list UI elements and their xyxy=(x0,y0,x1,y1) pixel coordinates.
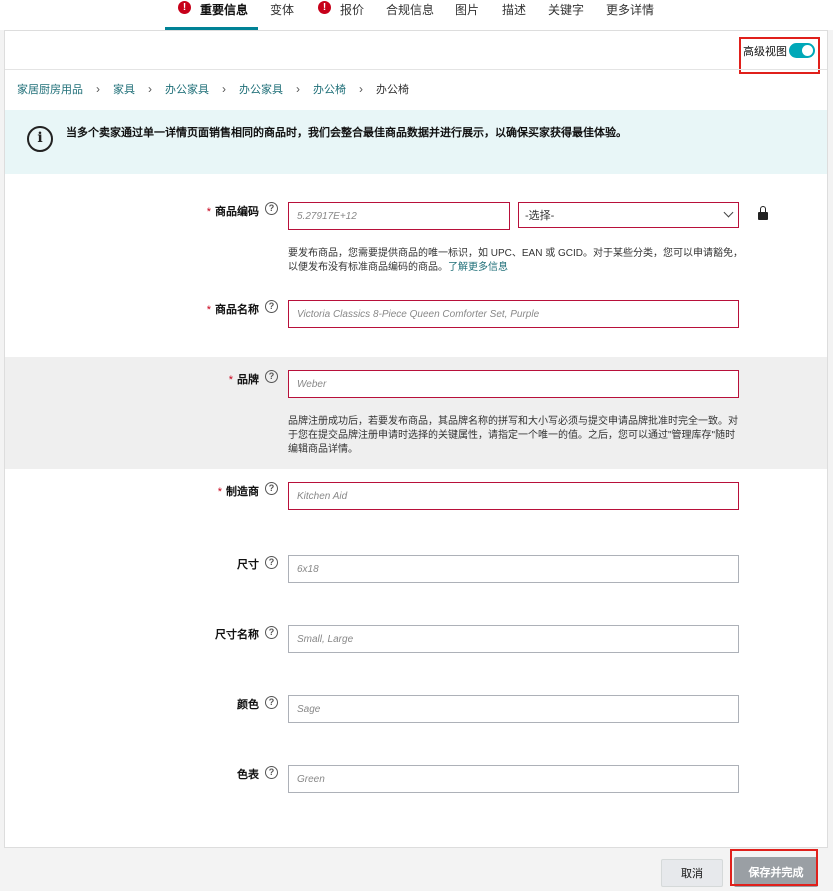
tab-label: 变体 xyxy=(270,3,295,17)
required-mark: * xyxy=(217,486,222,498)
divider xyxy=(5,69,827,70)
chevron-right-icon: › xyxy=(359,82,363,96)
color-map-input[interactable]: Green xyxy=(288,765,739,793)
info-text: 当多个卖家通过单一详情页面销售相同的商品时，我们会整合最佳商品数据并进行展示，以… xyxy=(66,127,627,139)
color-label: 颜色 xyxy=(237,699,259,711)
manufacturer-label: * 制造商 xyxy=(217,486,259,498)
tab-key-info[interactable]: ! 重要信息 xyxy=(178,0,248,30)
cancel-button[interactable]: 取消 xyxy=(661,859,723,887)
product-name-input[interactable]: Victoria Classics 8-Piece Queen Comforte… xyxy=(288,300,739,328)
tab-images[interactable]: 图片 xyxy=(455,0,479,30)
color-input[interactable]: Sage xyxy=(288,695,739,723)
help-icon[interactable]: ? xyxy=(265,696,278,709)
brand-help: 品牌注册成功后，若要发布商品，其品牌名称的拼写和大小写必须与提交申请品牌批准时完… xyxy=(288,416,738,455)
toggle-knob xyxy=(802,45,813,56)
tab-label: 报价 xyxy=(340,3,365,17)
breadcrumb: 家居厨房用品 › 家具 › 办公家具 › 办公家具 › 办公椅 › 办公椅 xyxy=(17,82,409,96)
info-icon: i xyxy=(27,126,53,152)
size-input[interactable]: 6x18 xyxy=(288,555,739,583)
highlight-frame xyxy=(730,849,818,886)
chevron-down-icon xyxy=(723,207,734,218)
required-mark: * xyxy=(228,374,233,386)
required-mark: * xyxy=(206,206,211,218)
product-id-input[interactable]: 5.27917E+12 xyxy=(288,202,510,230)
help-icon[interactable]: ? xyxy=(265,556,278,569)
breadcrumb-item[interactable]: 办公家具 xyxy=(165,81,209,97)
error-icon: ! xyxy=(318,1,331,14)
brand-input[interactable]: Weber xyxy=(288,370,739,398)
info-banner xyxy=(5,110,827,174)
chevron-right-icon: › xyxy=(96,82,100,96)
tab-offer[interactable]: ! 报价 xyxy=(318,0,364,30)
help-icon[interactable]: ? xyxy=(265,482,278,495)
learn-more-link[interactable]: 了解更多信息 xyxy=(448,262,508,273)
breadcrumb-current: 办公椅 xyxy=(376,84,409,96)
brand-label: * 品牌 xyxy=(228,374,259,386)
help-icon[interactable]: ? xyxy=(265,202,278,215)
product-id-label: * 商品编码 xyxy=(206,206,259,218)
product-id-type-select[interactable]: -选择- xyxy=(518,202,739,228)
advanced-view-label: 高级视图 xyxy=(743,46,787,58)
tab-compliance[interactable]: 合规信息 xyxy=(386,0,434,30)
tab-label: 更多详情 xyxy=(606,3,655,17)
tab-label: 图片 xyxy=(455,3,480,17)
tab-variations[interactable]: 变体 xyxy=(270,0,294,30)
tab-label: 重要信息 xyxy=(200,3,249,17)
breadcrumb-item[interactable]: 办公家具 xyxy=(239,81,283,97)
size-name-input[interactable]: Small, Large xyxy=(288,625,739,653)
breadcrumb-item[interactable]: 家具 xyxy=(113,81,135,97)
tab-label: 合规信息 xyxy=(386,3,435,17)
size-label: 尺寸 xyxy=(237,559,259,571)
help-icon[interactable]: ? xyxy=(265,766,278,779)
breadcrumb-item[interactable]: 家居厨房用品 xyxy=(17,81,83,97)
tab-keywords[interactable]: 关键字 xyxy=(548,0,584,30)
manufacturer-input[interactable]: Kitchen Aid xyxy=(288,482,739,510)
tab-label: 描述 xyxy=(502,3,527,17)
required-mark: * xyxy=(206,304,211,316)
tab-bar: ! 重要信息 变体 ! 报价 合规信息 图片 描述 关键字 更多详情 xyxy=(0,0,833,30)
tab-more-details[interactable]: 更多详情 xyxy=(606,0,654,30)
size-name-label: 尺寸名称 xyxy=(215,629,259,641)
product-id-help: 要发布商品，您需要提供商品的唯一标识，如 UPC、EAN 或 GCID。对于某些… xyxy=(288,248,744,273)
product-name-label: * 商品名称 xyxy=(206,304,259,316)
tab-label: 关键字 xyxy=(548,3,585,17)
error-icon: ! xyxy=(178,1,191,14)
breadcrumb-item[interactable]: 办公椅 xyxy=(313,81,346,97)
advanced-view-toggle[interactable] xyxy=(789,43,815,58)
help-icon[interactable]: ? xyxy=(265,300,278,313)
lock-icon xyxy=(758,206,768,221)
help-icon[interactable]: ? xyxy=(265,626,278,639)
chevron-right-icon: › xyxy=(222,82,226,96)
help-icon[interactable]: ? xyxy=(265,370,278,383)
tab-description[interactable]: 描述 xyxy=(502,0,526,30)
chevron-right-icon: › xyxy=(148,82,152,96)
chevron-right-icon: › xyxy=(296,82,300,96)
color-map-label: 色表 xyxy=(237,769,259,781)
